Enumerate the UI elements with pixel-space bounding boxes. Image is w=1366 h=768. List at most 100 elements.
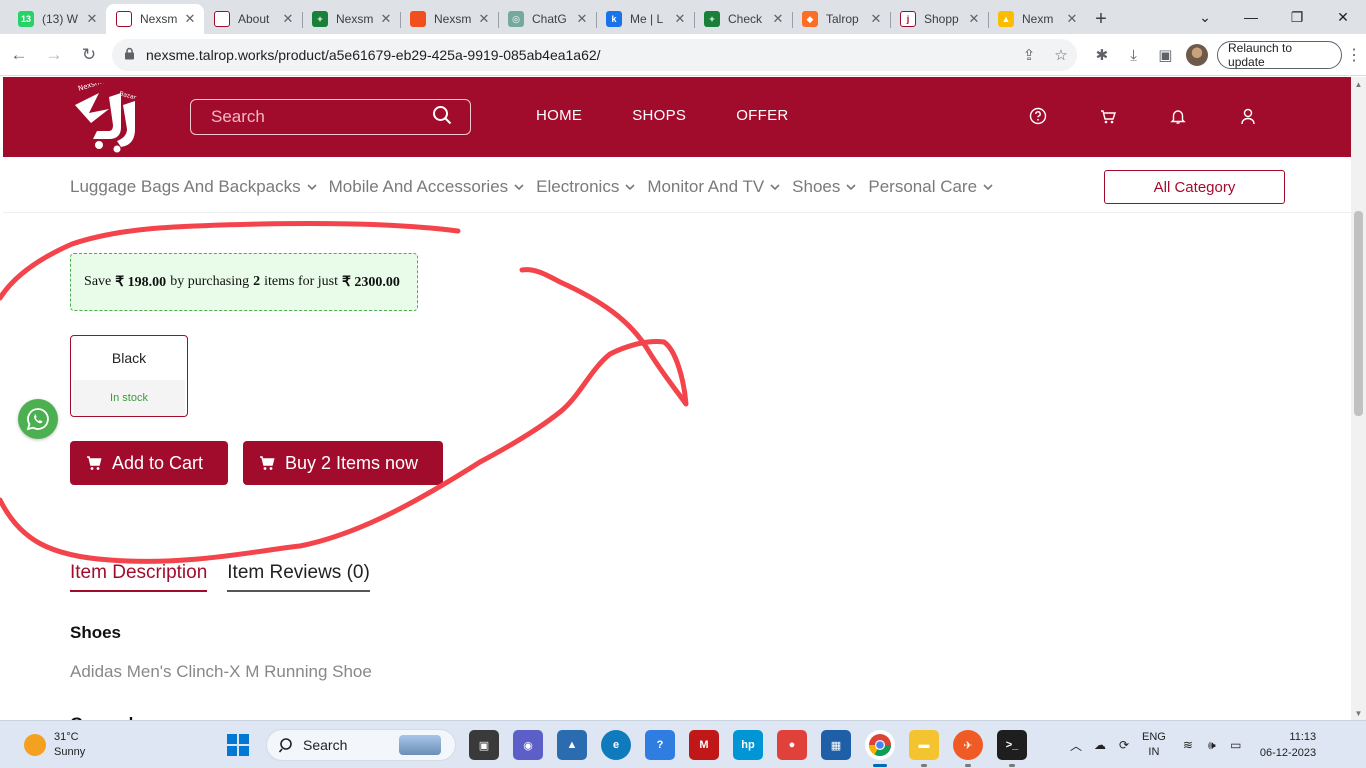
- tab-search-chevron-icon[interactable]: ⌄: [1182, 0, 1228, 34]
- browser-tab[interactable]: About ✕: [204, 4, 302, 34]
- browser-tab[interactable]: Nexsm ✕: [400, 4, 498, 34]
- chrome-icon[interactable]: [865, 730, 895, 767]
- new-tab-button[interactable]: +: [1086, 4, 1116, 34]
- nav-offer[interactable]: OFFER: [736, 107, 788, 124]
- tab-close-icon[interactable]: ✕: [84, 11, 100, 27]
- category-menu-item[interactable]: Shoes: [792, 177, 856, 197]
- forward-button[interactable]: →: [38, 39, 70, 71]
- add-to-cart-button[interactable]: Add to Cart: [70, 441, 228, 485]
- side-panel-icon[interactable]: ▣: [1149, 46, 1181, 64]
- tray-overflow-icon[interactable]: ︿: [1064, 737, 1088, 754]
- language-indicator[interactable]: ENG IN: [1142, 730, 1166, 760]
- camera-icon[interactable]: ●: [777, 730, 807, 760]
- mcafee-icon[interactable]: M: [689, 730, 719, 760]
- tab-item-description[interactable]: Item Description: [70, 562, 208, 592]
- download-icon[interactable]: ⤓: [1118, 47, 1150, 64]
- tab-label: Nexm: [1022, 12, 1054, 26]
- buy-now-button[interactable]: Buy 2 Items now: [243, 441, 443, 485]
- whatsapp-icon[interactable]: [18, 399, 58, 439]
- clock[interactable]: 11:13 06-12-2023: [1260, 729, 1316, 761]
- scroll-up-icon[interactable]: ▲: [1351, 77, 1366, 91]
- volume-icon[interactable]: 🕪: [1200, 738, 1224, 753]
- category-menu-item[interactable]: Electronics: [536, 177, 635, 197]
- profile-avatar[interactable]: [1186, 44, 1209, 66]
- category-menu-item[interactable]: Monitor And TV: [647, 177, 780, 197]
- browser-menu-icon[interactable]: ⋮: [1342, 45, 1366, 65]
- minimize-button[interactable]: —: [1228, 0, 1274, 34]
- tab-close-icon[interactable]: ✕: [476, 11, 492, 27]
- browser-tab[interactable]: ◎ ChatG ✕: [498, 4, 596, 34]
- tab-item-reviews[interactable]: Item Reviews (0): [227, 562, 370, 592]
- file-explorer-icon[interactable]: ▬: [909, 730, 939, 767]
- myhp-icon[interactable]: hp: [733, 730, 763, 760]
- tab-close-icon[interactable]: ✕: [280, 11, 296, 27]
- tab-close-icon[interactable]: ✕: [182, 11, 198, 27]
- start-windows-icon[interactable]: [223, 730, 253, 760]
- help-icon[interactable]: [1003, 107, 1073, 125]
- chevron-down-icon: [625, 183, 635, 190]
- restore-button[interactable]: ❐: [1274, 0, 1320, 34]
- variant-name: Black: [111, 350, 147, 366]
- back-button[interactable]: ←: [3, 39, 35, 71]
- store-icon[interactable]: ▦: [821, 730, 851, 760]
- tab-favicon-icon: 13: [18, 11, 34, 27]
- browser-toolbar: ← → ↻ nexsme.talrop.works/product/a5e616…: [0, 34, 1366, 76]
- search-input[interactable]: [211, 107, 432, 127]
- browser-tab[interactable]: ◆ Talrop ✕: [792, 4, 890, 34]
- browser-tab[interactable]: + Nexsm ✕: [302, 4, 400, 34]
- browser-tab[interactable]: k Me | L ✕: [596, 4, 694, 34]
- page-scrollbar[interactable]: ▲ ▼: [1351, 77, 1366, 720]
- nexsme-bazar-logo[interactable]: Nexsme Bazar: [69, 77, 145, 153]
- help-app-icon[interactable]: ?: [645, 730, 675, 760]
- search-icon[interactable]: [432, 105, 452, 130]
- browser-tab[interactable]: 13 (13) W ✕: [8, 4, 106, 34]
- tab-close-icon[interactable]: ✕: [966, 11, 982, 27]
- weather-widget[interactable]: 31°C Sunny: [24, 730, 85, 760]
- category-menu-item[interactable]: Mobile And Accessories: [329, 177, 525, 197]
- extensions-icon[interactable]: ✱: [1086, 46, 1118, 64]
- tab-close-icon[interactable]: ✕: [672, 11, 688, 27]
- all-category-button[interactable]: All Category: [1104, 170, 1285, 204]
- chat-icon[interactable]: ◉: [513, 730, 543, 760]
- taskbar-search[interactable]: Search: [266, 729, 456, 761]
- share-icon[interactable]: ⇪: [1013, 46, 1045, 64]
- tab-close-icon[interactable]: ✕: [574, 11, 590, 27]
- nav-home[interactable]: HOME: [536, 107, 582, 124]
- tab-label: About: [238, 12, 270, 26]
- browser-tab[interactable]: Nexsm ✕: [106, 4, 204, 34]
- cart-icon[interactable]: [1073, 107, 1143, 125]
- browser-tab[interactable]: ▲ Nexm ✕: [988, 4, 1086, 34]
- tab-close-icon[interactable]: ✕: [378, 11, 394, 27]
- scroll-down-icon[interactable]: ▼: [1351, 706, 1366, 720]
- bell-icon[interactable]: [1143, 107, 1213, 125]
- tab-close-icon[interactable]: ✕: [770, 11, 786, 27]
- browser-tab[interactable]: + Check ✕: [694, 4, 792, 34]
- bookmark-star-icon[interactable]: ☆: [1045, 46, 1077, 64]
- offer-total: ₹ 2300.00: [342, 274, 400, 290]
- variant-option-black[interactable]: Black In stock: [70, 335, 188, 417]
- task-view-icon[interactable]: ▣: [469, 730, 499, 760]
- terminal-icon[interactable]: >_: [997, 730, 1027, 767]
- reload-button[interactable]: ↻: [73, 39, 105, 71]
- category-menu-item[interactable]: Personal Care: [868, 177, 993, 197]
- category-menu-item[interactable]: Luggage Bags And Backpacks: [70, 177, 317, 197]
- edge-icon[interactable]: e: [601, 730, 631, 760]
- sync-icon[interactable]: ⟳: [1112, 738, 1136, 752]
- tab-close-icon[interactable]: ✕: [868, 11, 884, 27]
- browser-tab[interactable]: j Shopp ✕: [890, 4, 988, 34]
- relaunch-button[interactable]: Relaunch to update: [1217, 41, 1343, 69]
- category-label: Shoes: [792, 177, 841, 196]
- wifi-icon[interactable]: ≋: [1176, 738, 1200, 752]
- nav-shops[interactable]: SHOPS: [632, 107, 686, 124]
- close-window-button[interactable]: ✕: [1320, 0, 1366, 34]
- scroll-thumb[interactable]: [1354, 211, 1363, 416]
- user-icon[interactable]: [1213, 107, 1283, 125]
- vlc-icon[interactable]: ▲: [557, 730, 587, 760]
- address-bar[interactable]: nexsme.talrop.works/product/a5e61679-eb2…: [112, 39, 1077, 71]
- battery-icon[interactable]: ▭: [1224, 738, 1248, 752]
- postman-icon[interactable]: ✈: [953, 730, 983, 767]
- tab-close-icon[interactable]: ✕: [1064, 11, 1080, 27]
- onedrive-icon[interactable]: ☁: [1088, 738, 1112, 752]
- tab-favicon-icon: [410, 11, 426, 27]
- tab-label: ChatG: [532, 12, 567, 26]
